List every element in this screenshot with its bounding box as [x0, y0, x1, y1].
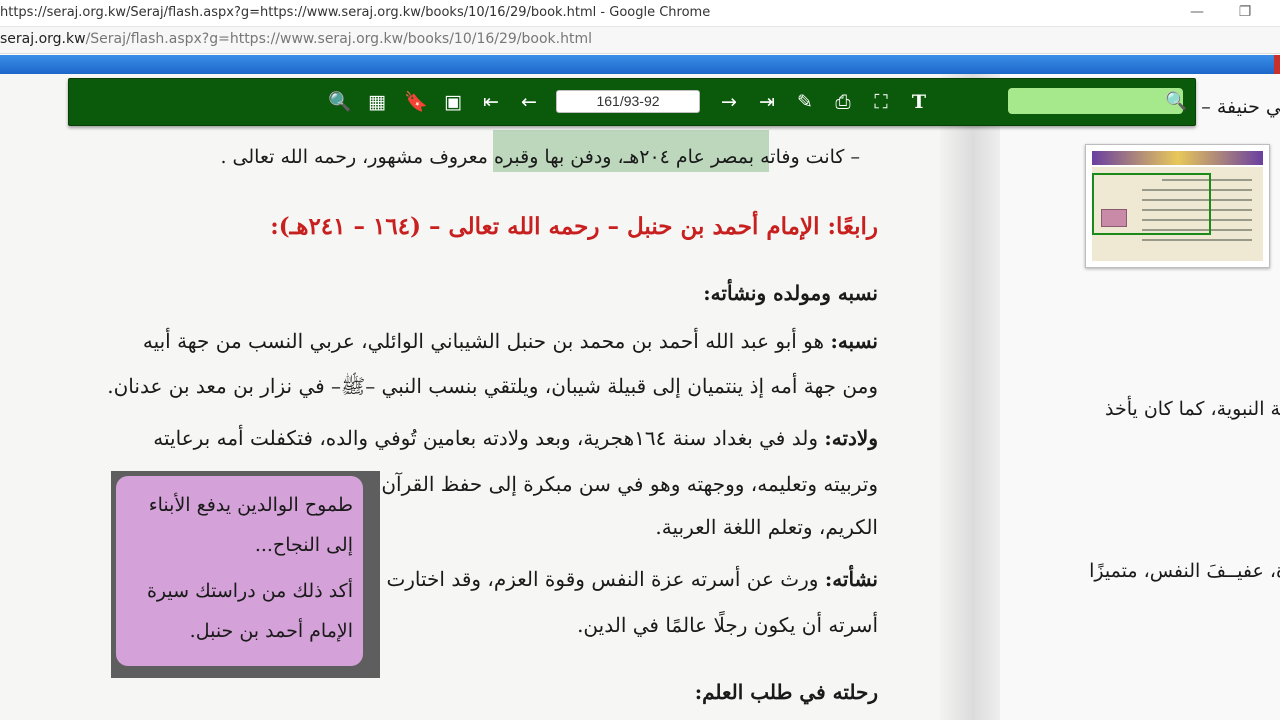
fullscreen-icon[interactable]: ⛶ [870, 91, 892, 113]
minimize-button[interactable]: — [1186, 3, 1208, 21]
paragraph-wiladah-line3: الكريم، وتعلم اللغة العربية. [655, 515, 878, 539]
label-nasab: نسبه: [830, 329, 878, 353]
callout-box: طموح الوالدين يدفع الأبناء إلى النجاح...… [111, 471, 380, 678]
url-path: /Seraj/flash.aspx?g=https://www.seraj.or… [85, 31, 592, 47]
subheading-nasab: نسبه ومولده ونشأته: [703, 281, 878, 305]
text-mode-icon[interactable]: T [908, 91, 930, 113]
subheading-rihlah: رحلته في طلب العلم: [694, 680, 878, 704]
callout-line-4: الإمام أحمد بن حنبل. [189, 620, 353, 642]
paragraph-wiladah-line1: ولادته: ولد في بغداد سنة ١٦٤هجرية، وبعد … [153, 426, 878, 450]
label-nashah: نشأته: [824, 567, 878, 591]
restore-button[interactable]: ❐ [1234, 3, 1256, 21]
window-titlebar: https://seraj.org.kw/Seraj/flash.aspx?g=… [0, 0, 1280, 27]
thumbnails-icon[interactable]: ▦ [366, 91, 388, 113]
search-input[interactable] [1008, 88, 1183, 114]
nashah-text-1: ورث عن أسرته عزة النفس وقوة العزم، وقد ا… [386, 567, 819, 591]
reader-toolbar: 🔍 ▦ 🔖 ▣ ⇤ ← 161/93-92 → ⇥ ✎ ⎙ ⛶ T 🔍 [68, 78, 1196, 126]
paragraph-nasab-line2: ومن جهة أمه إذ ينتميان إلى قبيلة شيبان، … [107, 374, 878, 398]
thumbnail-text-line [1142, 239, 1252, 241]
page-thumbnail-navigator[interactable] [1085, 144, 1270, 268]
previous-page-icon[interactable]: ← [518, 91, 540, 113]
page-gutter [940, 74, 1000, 720]
callout-line-1: طموح الوالدين يدفع الأبناء [148, 494, 353, 516]
edit-icon[interactable]: ✎ [794, 91, 816, 113]
url-text[interactable]: seraj.org.kw/Seraj/flash.aspx?g=https://… [0, 31, 592, 47]
next-page-icon[interactable]: → [718, 91, 740, 113]
window-title: https://seraj.org.kw/Seraj/flash.aspx?g=… [0, 5, 711, 20]
last-page-icon[interactable]: ⇥ [756, 91, 778, 113]
right-page-line-2: نة النبوية، كما كان يأخذ [1105, 398, 1280, 420]
nasab-text-1: هو أبو عبد الله أحمد بن محمد بن حنبل الش… [142, 329, 825, 353]
first-page-icon[interactable]: ⇤ [480, 91, 502, 113]
bookmark-icon[interactable]: 🔖 [404, 91, 428, 113]
paragraph-wiladah-line2: وتربيته وتعليمه، ووجهته وهو في سن مبكرة … [381, 472, 878, 496]
print-icon[interactable]: ⎙ [832, 91, 854, 113]
callout-panel: طموح الوالدين يدفع الأبناء إلى النجاح...… [116, 476, 363, 666]
right-page-line-3: ة، عفيــفَ النفس، متميزًا [1089, 560, 1280, 582]
page-number-input[interactable]: 161/93-92 [556, 90, 700, 113]
callout-line-2: إلى النجاح... [254, 534, 353, 556]
header-accent [1274, 55, 1280, 74]
address-bar[interactable]: seraj.org.kw/Seraj/flash.aspx?g=https://… [0, 27, 1280, 54]
site-header-bar [0, 55, 1280, 74]
thumbnail-header-band [1092, 151, 1263, 165]
wiladah-text-1: ولد في بغداد سنة ١٦٤هجرية، وبعد ولادته ب… [153, 426, 818, 450]
label-wiladah: ولادته: [824, 426, 878, 450]
paragraph-nashah-line1: نشأته: ورث عن أسرته عزة النفس وقوة العزم… [386, 567, 878, 591]
paragraph-nashah-line2: أسرته أن يكون رجلًا عالمًا في الدين. [577, 613, 878, 637]
section-heading: رابعًا: الإمام أحمد بن حنبل – رحمه الله … [270, 213, 878, 240]
single-page-icon[interactable]: ▣ [442, 91, 464, 113]
callout-line-3: أكد ذلك من دراستك سيرة [146, 580, 353, 602]
thumbnail-viewport-frame[interactable] [1092, 173, 1211, 235]
url-host: seraj.org.kw [0, 31, 86, 47]
zoom-out-icon[interactable]: 🔍 [328, 91, 352, 113]
search-icon[interactable]: 🔍 [1165, 91, 1187, 113]
text-line-death: – كانت وفاته بمصر عام ٢٠٤هـ، ودفن بها وق… [220, 146, 860, 168]
paragraph-nasab-line1: نسبه: هو أبو عبد الله أحمد بن محمد بن حن… [143, 329, 878, 353]
